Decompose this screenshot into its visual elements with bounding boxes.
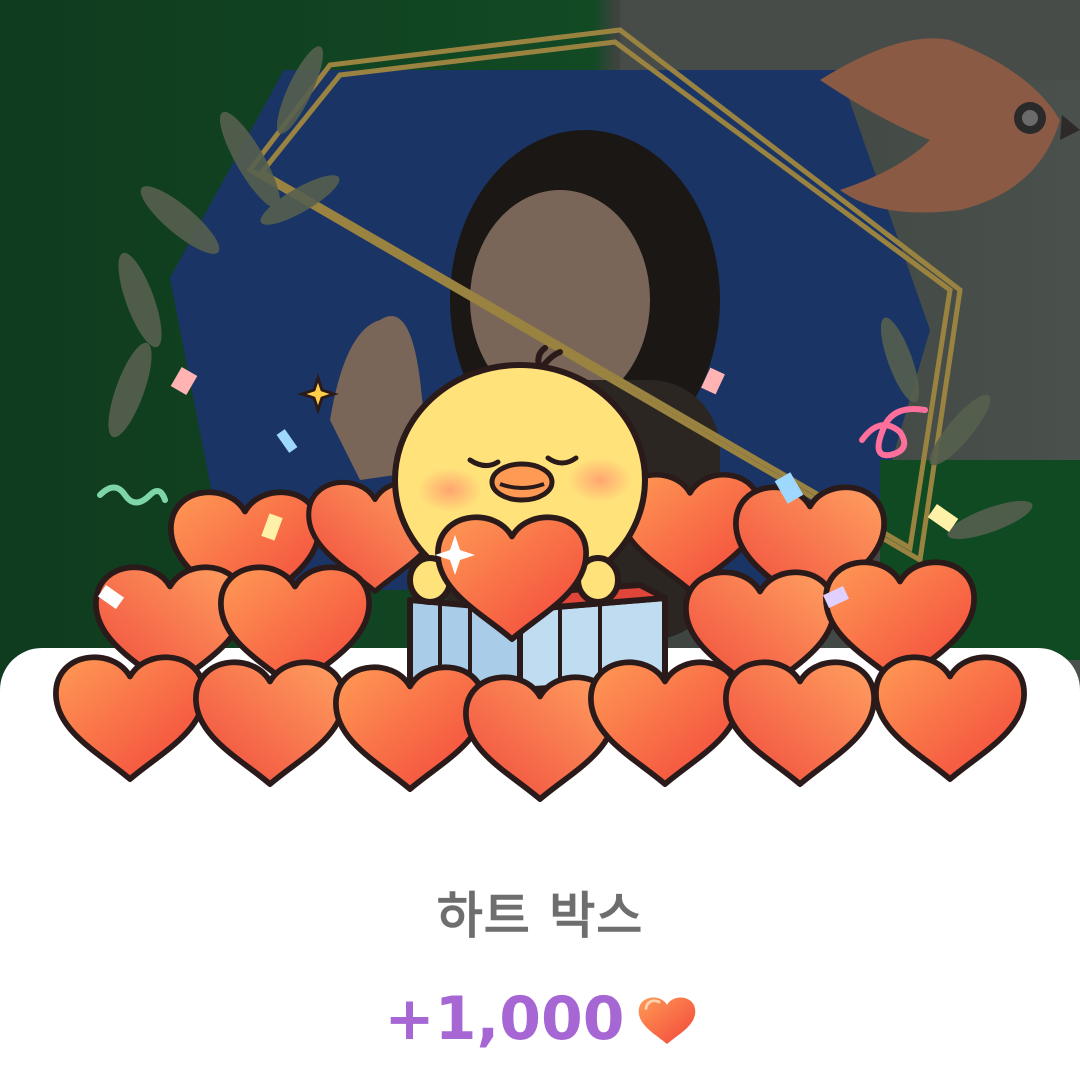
heart-icon	[876, 657, 1024, 779]
heart-icon	[336, 667, 484, 789]
popup-title: 하트 박스	[436, 887, 644, 945]
heart-icon	[591, 662, 739, 784]
heart-box-illustration	[0, 345, 1080, 820]
heart-icon	[56, 657, 204, 779]
reward-screen: 하트 박스 +1,000	[0, 0, 1080, 1080]
heart-icon	[196, 662, 344, 784]
heart-icon	[638, 997, 695, 1045]
heart-icon	[726, 662, 874, 784]
reward-row: +1,000	[0, 984, 1080, 1054]
reward-amount: +1,000	[384, 984, 625, 1054]
